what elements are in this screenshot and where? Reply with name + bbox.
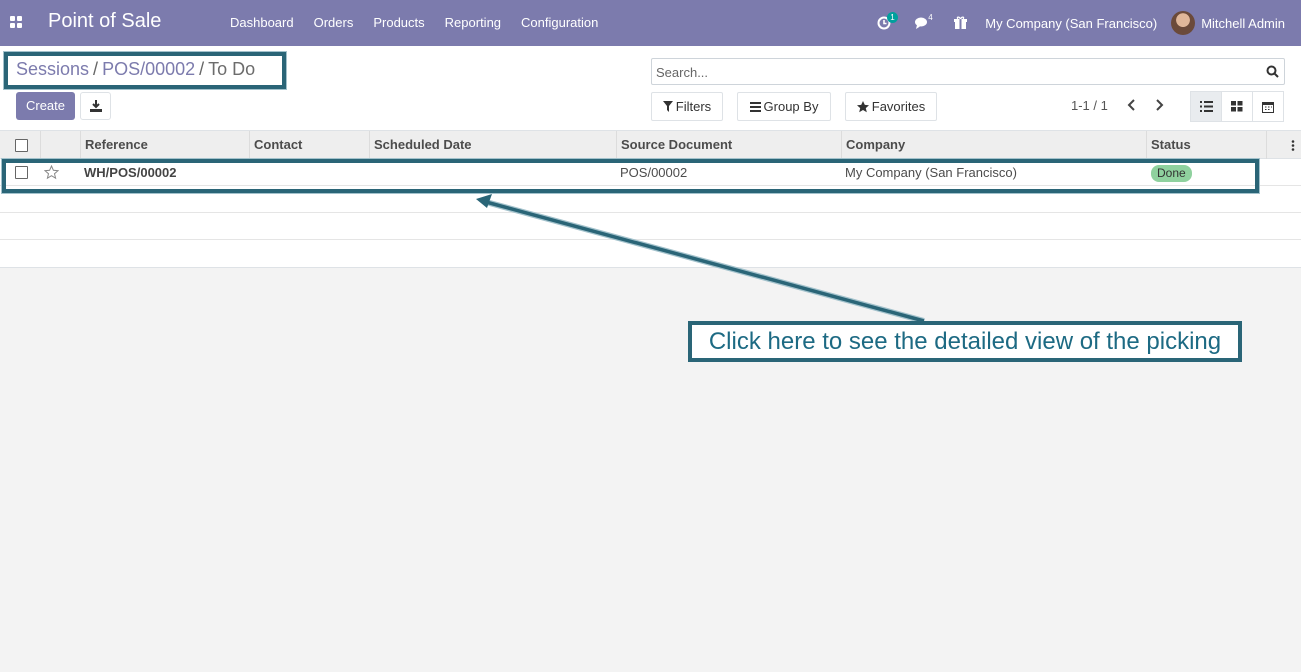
annotation-callout: Click here to see the detailed view of t… xyxy=(688,321,1242,362)
